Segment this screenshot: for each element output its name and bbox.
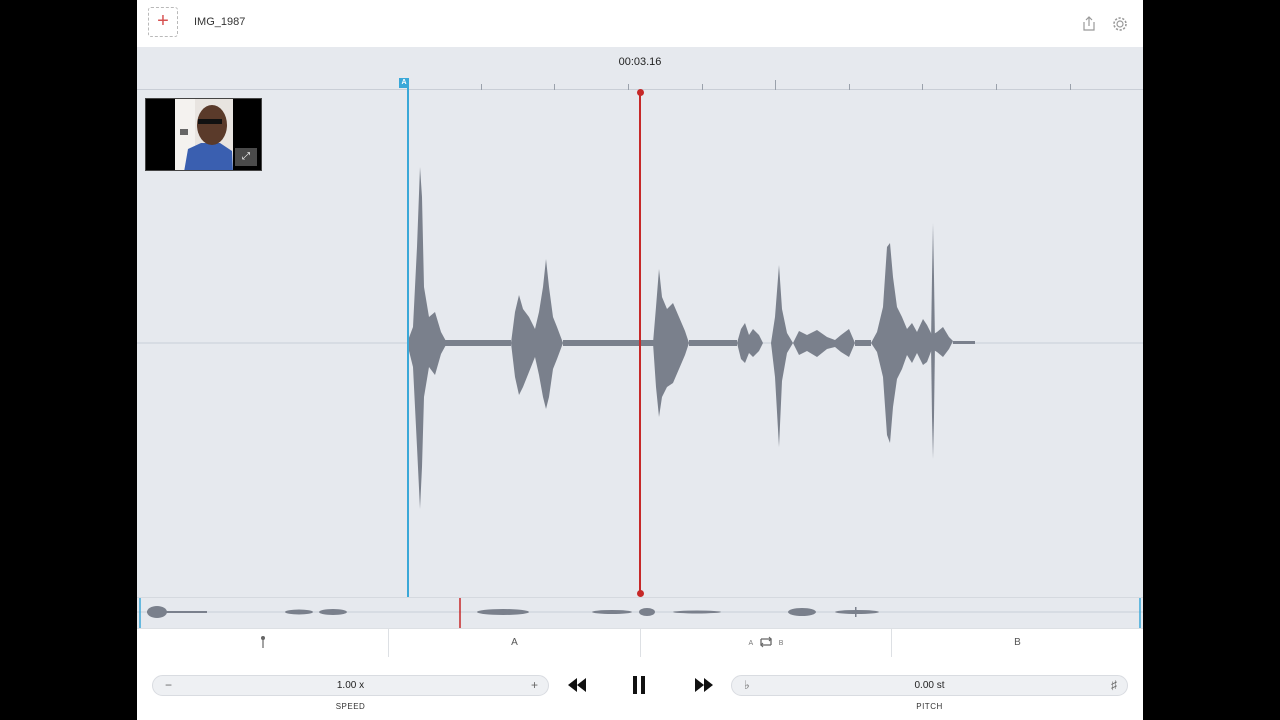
- share-icon[interactable]: [1080, 15, 1098, 33]
- overview-scrubber[interactable]: [137, 597, 1143, 628]
- video-preview[interactable]: ⤢: [145, 98, 262, 171]
- set-a-button[interactable]: A: [389, 629, 641, 657]
- segment-bar: A A B B: [137, 628, 1143, 657]
- pitch-control[interactable]: ♭ 0.00 st ♯: [731, 675, 1128, 696]
- waveform-area[interactable]: 00:03.16 A ⤢: [137, 47, 1143, 597]
- speed-control[interactable]: − 1.00 x +: [152, 675, 549, 696]
- app-window: + IMG_1987 00:03.16 A ⤢ A A B B − 1.00 x…: [137, 0, 1143, 720]
- loop-ab-button[interactable]: A B: [641, 629, 892, 657]
- expand-video-icon[interactable]: ⤢: [235, 148, 257, 166]
- loop-a-label: A: [748, 640, 754, 647]
- pitch-sharp-button[interactable]: ♯: [1111, 678, 1117, 692]
- marker-a-flag[interactable]: A: [399, 78, 409, 88]
- pitch-caption: PITCH: [916, 702, 943, 711]
- playhead[interactable]: [639, 92, 641, 596]
- fast-forward-icon[interactable]: [694, 677, 714, 693]
- marker-a-line[interactable]: [407, 83, 409, 597]
- pause-icon[interactable]: [631, 675, 647, 695]
- playhead-bottom-handle[interactable]: [637, 590, 644, 597]
- set-pin-button[interactable]: [137, 629, 389, 657]
- controls-bar: − 1.00 x + SPEED ♭ 0.00 st ♯ PITCH: [137, 657, 1143, 720]
- set-b-button[interactable]: B: [892, 629, 1143, 657]
- add-file-button[interactable]: +: [148, 7, 178, 37]
- gear-icon[interactable]: [1111, 15, 1129, 33]
- playhead-top-handle[interactable]: [637, 89, 644, 96]
- speed-caption: SPEED: [335, 702, 366, 711]
- pitch-value: 0.00 st: [914, 680, 945, 691]
- top-bar: + IMG_1987: [137, 0, 1143, 47]
- overview-waveform: [137, 598, 1143, 628]
- file-title: IMG_1987: [194, 16, 246, 28]
- pin-icon: [260, 636, 265, 649]
- loop-b-label: B: [778, 640, 784, 647]
- rewind-icon[interactable]: [567, 677, 587, 693]
- speed-increase-button[interactable]: +: [531, 678, 538, 692]
- loop-icon: [760, 636, 772, 648]
- speed-value: 1.00 x: [336, 680, 365, 691]
